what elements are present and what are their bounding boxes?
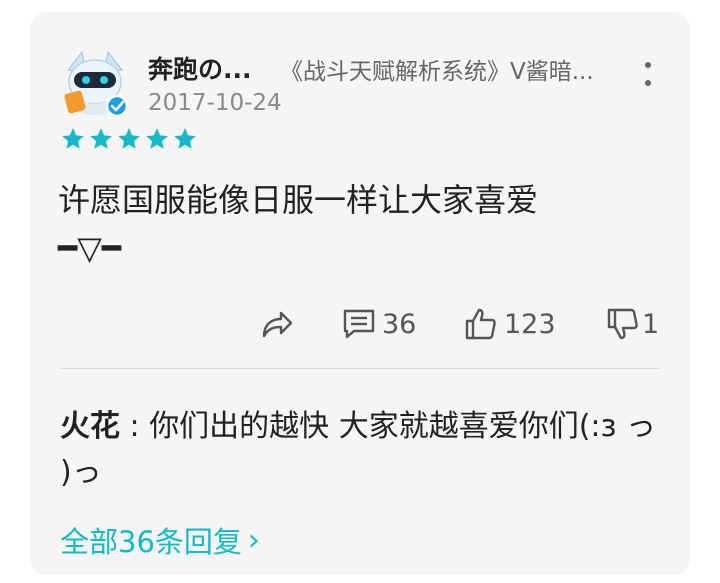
review-date: 2017-10-24	[148, 90, 282, 116]
chevron-right-icon: ›	[247, 522, 260, 558]
reply-separator: :	[120, 409, 150, 444]
reply-text: 你们出的越快 大家就越喜爱你们(:з っ )っ	[60, 409, 657, 490]
share-button[interactable]	[260, 302, 294, 346]
star-icon	[62, 128, 84, 149]
star-icon	[90, 128, 112, 149]
more-vertical-icon	[645, 62, 651, 86]
review-text-line: ━▽━	[58, 229, 122, 267]
author-name[interactable]: 奔跑の...	[148, 50, 268, 86]
like-count: 123	[504, 308, 556, 340]
star-icon	[118, 128, 140, 149]
like-button[interactable]: 123	[464, 302, 556, 346]
comment-button[interactable]: 36	[342, 302, 416, 346]
thumbs-up-icon	[465, 308, 496, 340]
game-tag[interactable]: 《战斗天赋解析系统》V酱暗...	[280, 52, 630, 86]
rating-stars	[60, 126, 198, 152]
view-all-replies-link[interactable]: 全部36条回复 ›	[60, 519, 260, 561]
reply-item[interactable]: 火花 : 你们出的越快 大家就越喜爱你们(:з っ )っ	[60, 404, 660, 496]
avatar[interactable]	[60, 48, 130, 118]
review-text-line: 许愿国服能像日服一样让大家喜爱	[58, 181, 539, 219]
action-bar: 36 123 1	[30, 302, 690, 346]
review-text: 许愿国服能像日服一样让大家喜爱 ━▽━	[58, 176, 658, 272]
star-icon	[146, 128, 168, 149]
thumbs-down-icon	[607, 308, 638, 340]
view-all-label: 全部36条回复	[60, 525, 242, 559]
dislike-button[interactable]: 1	[606, 302, 659, 346]
review-card: 奔跑の... 《战斗天赋解析系统》V酱暗... 2017-10-24 许愿国服能…	[30, 12, 690, 575]
comment-icon	[343, 309, 375, 339]
reply-author[interactable]: 火花	[60, 409, 120, 444]
divider	[60, 368, 660, 369]
comment-count: 36	[382, 308, 417, 340]
dislike-count: 1	[642, 308, 660, 340]
avatar-robot-icon	[64, 50, 129, 118]
more-options-button[interactable]	[636, 54, 660, 94]
share-icon	[262, 311, 293, 338]
star-icon	[174, 128, 196, 149]
